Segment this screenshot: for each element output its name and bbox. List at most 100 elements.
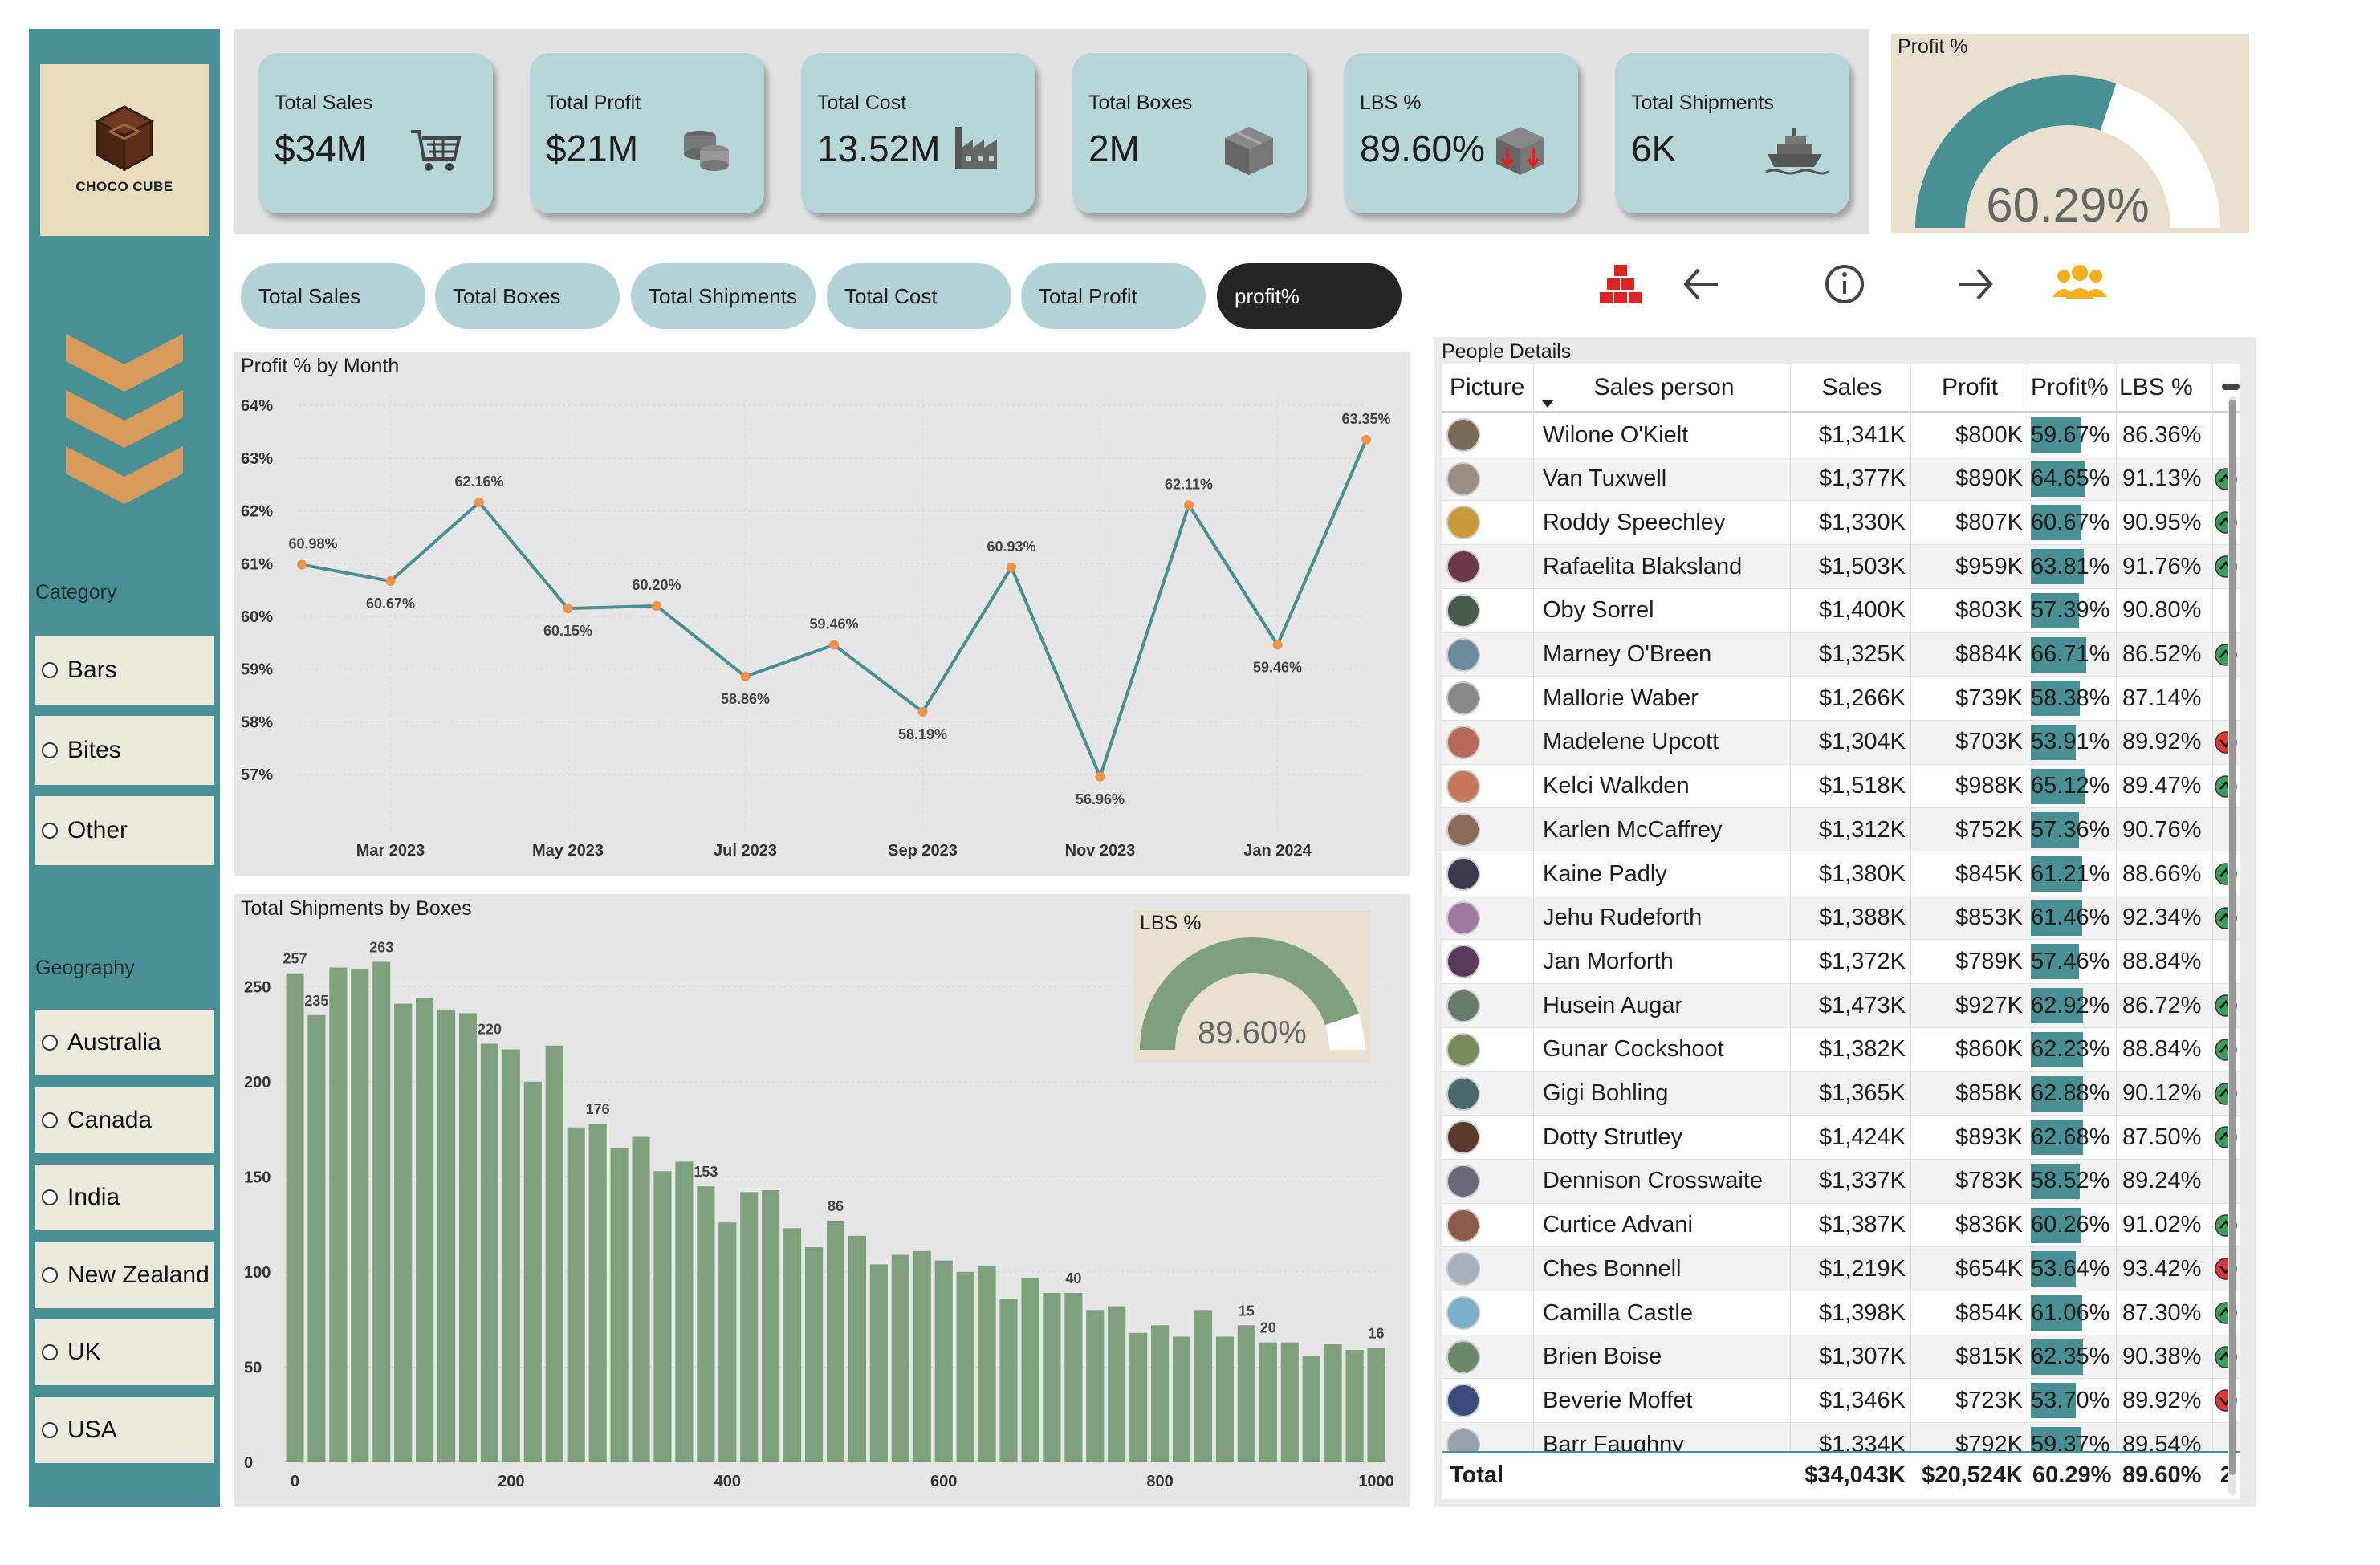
bar[interactable] — [1215, 1336, 1234, 1462]
kpi-card[interactable]: Total Cost 13.52M — [801, 53, 1035, 213]
arrow-right-icon[interactable] — [1946, 255, 2004, 313]
bar[interactable] — [1108, 1306, 1126, 1462]
table-row[interactable]: Kelci Walkden $1,518K $988K 65.12% 89.47% — [1442, 763, 2240, 809]
table-row[interactable]: Husein Augar $1,473K $927K 62.92% 86.72% — [1442, 983, 2240, 1028]
bar[interactable] — [718, 1222, 737, 1462]
measure-selector-button[interactable]: profit% — [1217, 263, 1402, 329]
data-point[interactable] — [1272, 640, 1283, 650]
kpi-card[interactable]: Total Boxes 2M — [1072, 53, 1307, 213]
table-row[interactable]: Jan Morforth $1,372K $789K 57.46% 88.84% — [1442, 939, 2240, 984]
bar[interactable] — [545, 1045, 563, 1462]
table-row[interactable]: Wilone O'Kielt $1,341K $800K 59.67% 86.36% — [1442, 413, 2240, 457]
bar[interactable] — [999, 1299, 1018, 1462]
geography-slicer-item[interactable]: New Zealand — [35, 1242, 214, 1308]
data-point[interactable] — [474, 498, 484, 508]
bar[interactable] — [1043, 1292, 1061, 1462]
table-row[interactable]: Marney O'Breen $1,325K $884K 66.71% 86.52% — [1442, 632, 2240, 677]
bar[interactable] — [588, 1123, 607, 1462]
bar[interactable] — [610, 1148, 629, 1462]
kpi-card[interactable]: Total Profit $21M — [530, 53, 764, 213]
radio-button[interactable] — [42, 1035, 58, 1051]
bar[interactable] — [653, 1171, 672, 1462]
scrollbar-thumb[interactable] — [2229, 400, 2236, 1475]
info-icon[interactable] — [1816, 255, 1873, 313]
column-header[interactable]: Sales person — [1536, 364, 1792, 411]
kpi-card[interactable]: LBS % 89.60% — [1344, 53, 1578, 213]
bar[interactable] — [934, 1260, 953, 1462]
bar[interactable] — [1194, 1310, 1213, 1462]
column-header[interactable]: Profit — [1912, 364, 2028, 411]
bar[interactable] — [956, 1271, 974, 1462]
radio-button[interactable] — [42, 742, 58, 758]
table-scrollbar[interactable] — [2228, 396, 2236, 1496]
table-row[interactable]: Barr Faughny $1,334K $792K 59.37% 89.54% — [1442, 1422, 2240, 1451]
bar[interactable] — [762, 1189, 780, 1462]
bar[interactable] — [372, 961, 391, 1462]
arrow-left-icon[interactable] — [1673, 255, 1731, 313]
bar[interactable] — [1237, 1325, 1255, 1462]
radio-button[interactable] — [42, 1344, 58, 1361]
data-point[interactable] — [1095, 771, 1105, 782]
bar[interactable] — [286, 973, 304, 1462]
radio-button[interactable] — [42, 1112, 58, 1128]
sort-desc-icon[interactable] — [1541, 400, 1554, 408]
bar[interactable] — [913, 1250, 931, 1462]
bar[interactable] — [783, 1228, 802, 1462]
measure-selector-button[interactable]: Total Boxes — [435, 263, 620, 329]
table-rows[interactable]: Wilone O'Kielt $1,341K $800K 59.67% 86.36% Va… — [1442, 413, 2240, 1451]
bar[interactable] — [1064, 1292, 1083, 1462]
bar[interactable] — [502, 1049, 520, 1462]
bar[interactable] — [740, 1192, 759, 1462]
table-row[interactable]: Gunar Cockshoot $1,382K $860K 62.23% 88.84% — [1442, 1026, 2240, 1072]
bar[interactable] — [523, 1081, 542, 1462]
category-slicer-item[interactable]: Bars — [35, 636, 214, 705]
bar[interactable] — [1151, 1325, 1170, 1462]
table-row[interactable]: Gigi Bohling $1,365K $858K 62.88% 90.12% — [1442, 1071, 2240, 1116]
table-row[interactable]: Van Tuxwell $1,377K $890K 64.65% 91.13% — [1442, 456, 2240, 502]
data-point[interactable] — [297, 559, 307, 570]
radio-button[interactable] — [42, 823, 58, 839]
column-header[interactable]: Picture — [1450, 364, 1538, 411]
bar[interactable] — [826, 1220, 845, 1462]
measure-selector-button[interactable]: Total Sales — [241, 263, 425, 329]
measure-selector-button[interactable]: Total Profit — [1021, 263, 1206, 329]
bar[interactable] — [632, 1136, 650, 1462]
geography-slicer-item[interactable]: India — [35, 1165, 214, 1231]
radio-button[interactable] — [42, 662, 58, 678]
measure-selector-button[interactable]: Total Cost — [827, 263, 1011, 329]
table-row[interactable]: Mallorie Waber $1,266K $739K 58.38% 87.14% — [1442, 676, 2240, 721]
data-point[interactable] — [1361, 434, 1371, 445]
table-row[interactable]: Roddy Speechley $1,330K $807K 60.67% 90.95% — [1442, 500, 2240, 545]
geography-slicer-item[interactable]: Australia — [35, 1010, 214, 1075]
data-point[interactable] — [652, 600, 661, 611]
table-row[interactable]: Curtice Advani $1,387K $836K 60.26% 91.02% — [1442, 1202, 2240, 1248]
table-row[interactable]: Rafaelita Blaksland $1,503K $959K 63.81% 91.… — [1442, 544, 2240, 589]
bar[interactable] — [1086, 1310, 1105, 1462]
radio-button[interactable] — [42, 1189, 58, 1206]
bar[interactable] — [697, 1186, 715, 1462]
bar[interactable] — [437, 1009, 456, 1462]
bar[interactable] — [394, 1003, 413, 1462]
table-row[interactable]: Oby Sorrel $1,400K $803K 57.39% 90.80% — [1442, 587, 2240, 633]
bar[interactable] — [675, 1161, 694, 1462]
bar[interactable] — [329, 967, 348, 1462]
bar[interactable] — [458, 1013, 478, 1462]
boxes-stack-icon[interactable] — [1592, 255, 1650, 313]
category-slicer-item[interactable]: Other — [35, 796, 214, 865]
table-row[interactable]: Camilla Castle $1,398K $854K 61.06% 87.30% — [1442, 1291, 2240, 1335]
data-point[interactable] — [829, 640, 839, 650]
column-header[interactable]: LBS % — [2119, 364, 2215, 411]
bar[interactable] — [416, 998, 434, 1462]
kpi-card[interactable]: Total Shipments 6K — [1615, 53, 1849, 213]
table-row[interactable]: Beverie Moffet $1,346K $723K 53.70% 89.92% — [1442, 1378, 2240, 1423]
radio-button[interactable] — [42, 1422, 58, 1438]
kpi-card[interactable]: Total Sales $34M — [258, 53, 493, 213]
data-point[interactable] — [563, 604, 573, 614]
bar[interactable] — [1324, 1344, 1342, 1462]
bar[interactable] — [1129, 1332, 1148, 1462]
bar[interactable] — [1280, 1342, 1299, 1462]
table-row[interactable]: Dennison Crosswaite $1,337K $783K 58.52% 89.… — [1442, 1158, 2240, 1204]
data-point[interactable] — [1184, 500, 1194, 510]
chevron-down-icon[interactable] — [58, 326, 191, 518]
people-icon[interactable] — [2044, 255, 2116, 313]
